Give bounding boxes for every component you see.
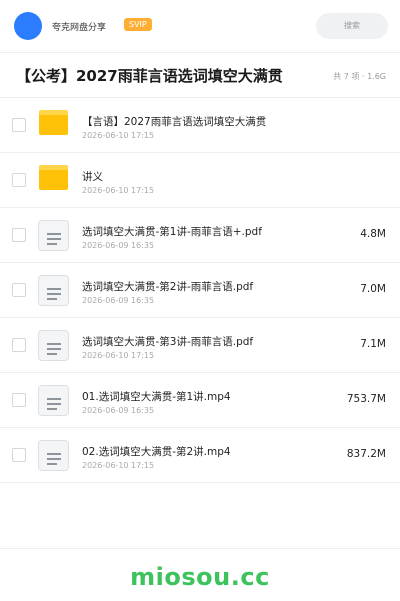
file-size: 7.1M — [360, 338, 386, 350]
file-date: 2026-06-10 17:15 — [82, 351, 155, 360]
file-date: 2026-06-09 16:35 — [82, 406, 155, 415]
row-checkbox[interactable] — [12, 173, 26, 187]
file-size: 837.2M — [346, 448, 386, 460]
row-checkbox[interactable] — [12, 228, 26, 242]
file-row[interactable]: 【言语】2027雨菲言语选词填空大满贯 2026-06-10 17:15 — [0, 98, 400, 153]
row-checkbox[interactable] — [12, 118, 26, 132]
file-date: 2026-06-09 16:35 — [82, 296, 155, 305]
folder-header: 【公考】2027雨菲言语选词填空大满贯 共 7 项 · 1.6G — [0, 53, 400, 98]
top-bar: 夸克网盘分享 SVIP 搜索 — [0, 0, 400, 53]
document-icon — [38, 330, 69, 361]
document-icon — [38, 385, 69, 416]
row-checkbox[interactable] — [12, 448, 26, 462]
file-name: 【言语】2027雨菲言语选词填空大满贯 — [82, 116, 267, 128]
search-input[interactable]: 搜索 — [316, 13, 388, 39]
file-name: 选词填空大满贯-第2讲-雨菲言语.pdf — [82, 281, 254, 293]
file-name: 讲义 — [82, 171, 103, 183]
row-checkbox[interactable] — [12, 283, 26, 297]
folder-title: 【公考】2027雨菲言语选词填空大满贯 — [16, 67, 283, 85]
file-list: 【言语】2027雨菲言语选词填空大满贯 2026-06-10 17:15 讲义 … — [0, 98, 400, 483]
file-row[interactable]: 讲义 2026-06-10 17:15 — [0, 153, 400, 208]
avatar[interactable] — [14, 12, 42, 40]
file-size: 753.7M — [346, 393, 386, 405]
file-row[interactable]: 02.选词填空大满贯-第2讲.mp4 2026-06-10 17:15 837.… — [0, 428, 400, 483]
folder-icon — [38, 110, 69, 141]
file-date: 2026-06-09 16:35 — [82, 241, 155, 250]
watermark: miosou.cc — [130, 563, 270, 591]
file-row[interactable]: 选词填空大满贯-第3讲-雨菲言语.pdf 2026-06-10 17:15 7.… — [0, 318, 400, 373]
file-name: 02.选词填空大满贯-第2讲.mp4 — [82, 446, 231, 458]
file-date: 2026-06-10 17:15 — [82, 131, 155, 140]
file-name: 选词填空大满贯-第1讲-雨菲言语+.pdf — [82, 226, 262, 238]
app-name: 夸克网盘分享 — [52, 23, 107, 33]
file-size: 7.0M — [360, 283, 386, 295]
file-date: 2026-06-10 17:15 — [82, 186, 155, 195]
document-icon — [38, 275, 69, 306]
row-checkbox[interactable] — [12, 338, 26, 352]
file-row[interactable]: 01.选词填空大满贯-第1讲.mp4 2026-06-09 16:35 753.… — [0, 373, 400, 428]
file-row[interactable]: 选词填空大满贯-第2讲-雨菲言语.pdf 2026-06-09 16:35 7.… — [0, 263, 400, 318]
row-checkbox[interactable] — [12, 393, 26, 407]
file-name: 01.选词填空大满贯-第1讲.mp4 — [82, 391, 231, 403]
file-row[interactable]: 选词填空大满贯-第1讲-雨菲言语+.pdf 2026-06-09 16:35 4… — [0, 208, 400, 263]
footer: miosou.cc — [0, 548, 400, 601]
document-icon — [38, 440, 69, 471]
folder-icon — [38, 165, 69, 196]
document-icon — [38, 220, 69, 251]
file-date: 2026-06-10 17:15 — [82, 461, 155, 470]
file-size: 4.8M — [360, 228, 386, 240]
folder-meta: 共 7 项 · 1.6G — [333, 72, 386, 81]
svip-badge: SVIP — [124, 18, 152, 31]
file-name: 选词填空大满贯-第3讲-雨菲言语.pdf — [82, 336, 254, 348]
